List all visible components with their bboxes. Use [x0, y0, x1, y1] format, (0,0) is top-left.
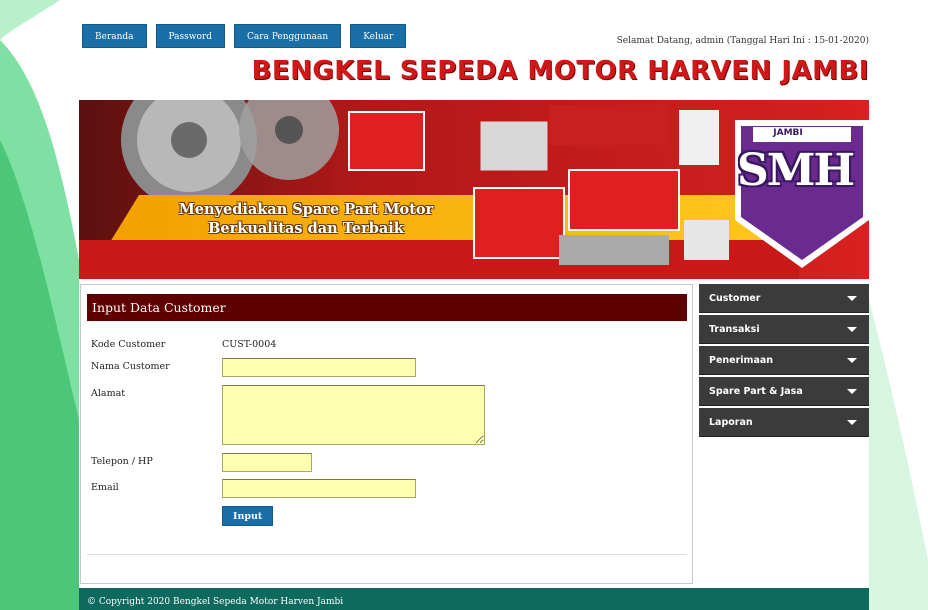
site-title: BENGKEL SEPEDA MOTOR HARVEN JAMBI — [251, 56, 869, 86]
sidebar-item-penerimaan[interactable]: Penerimaan — [699, 346, 869, 375]
content-divider — [87, 554, 687, 555]
caret-down-icon — [847, 295, 857, 301]
row-telepon: Telepon / HP — [91, 453, 312, 472]
kode-customer-value: CUST-0004 — [222, 339, 277, 350]
nav-keluar-button[interactable]: Keluar — [350, 24, 407, 48]
row-nama-customer: Nama Customer — [91, 358, 416, 377]
sidebar-item-label: Laporan — [709, 416, 753, 428]
sidebar-item-spare-part-jasa[interactable]: Spare Part & Jasa — [699, 377, 869, 406]
sidebar-item-laporan[interactable]: Laporan — [699, 408, 869, 437]
footer-copyright: © Copyright 2020 Bengkel Sepeda Motor Ha… — [87, 597, 344, 607]
logo-top-text: JAMBI — [773, 128, 803, 138]
nama-customer-label: Nama Customer — [91, 361, 170, 372]
banner-tagline-line1: Menyediakan Spare Part Motor — [178, 201, 434, 218]
telepon-label: Telepon / HP — [91, 456, 153, 467]
row-email: Email — [91, 479, 416, 498]
sidebar-item-customer[interactable]: Customer — [699, 284, 869, 313]
kode-customer-label: Kode Customer — [91, 339, 166, 350]
nav-cara-penggunaan-button[interactable]: Cara Penggunaan — [233, 24, 342, 48]
sidebar-item-label: Customer — [709, 292, 761, 304]
email-input[interactable] — [222, 479, 416, 498]
telepon-input[interactable] — [222, 453, 312, 472]
alamat-textarea[interactable] — [222, 385, 485, 445]
footer: © Copyright 2020 Bengkel Sepeda Motor Ha… — [79, 588, 869, 610]
caret-down-icon — [847, 357, 857, 363]
sidebar-item-label: Penerimaan — [709, 354, 774, 366]
form-title: Input Data Customer — [87, 294, 687, 321]
welcome-text: Selamat Datang, admin (Tanggal Hari Ini … — [616, 36, 869, 46]
sidebar-item-transaksi[interactable]: Transaksi — [699, 315, 869, 344]
input-submit-button[interactable]: Input — [222, 506, 274, 526]
banner-tagline: Menyediakan Spare Part Motor Berkualitas… — [171, 200, 441, 238]
top-navigation: Beranda Password Cara Penggunaan Keluar — [82, 24, 407, 48]
banner-tagline-line2: Berkualitas dan Terbaik — [208, 220, 404, 237]
caret-down-icon — [847, 388, 857, 394]
page-container: Beranda Password Cara Penggunaan Keluar … — [79, 0, 869, 610]
nav-beranda-button[interactable]: Beranda — [82, 24, 147, 48]
row-alamat: Alamat — [91, 385, 485, 445]
caret-down-icon — [847, 419, 857, 425]
main-content-panel: Input Data Customer Kode Customer CUST-0… — [80, 284, 693, 584]
nama-customer-input[interactable] — [222, 358, 416, 377]
row-kode-customer: Kode Customer CUST-0004 — [91, 339, 276, 350]
alamat-label: Alamat — [91, 388, 126, 399]
nav-password-button[interactable]: Password — [155, 24, 225, 48]
email-label: Email — [91, 482, 119, 493]
sidebar-item-label: Transaksi — [709, 323, 760, 335]
logo-main-text: SMH — [737, 145, 855, 196]
sidebar-item-label: Spare Part & Jasa — [709, 385, 803, 397]
sidebar-menu: Customer Transaksi Penerimaan Spare Part… — [699, 284, 869, 439]
caret-down-icon — [847, 326, 857, 332]
